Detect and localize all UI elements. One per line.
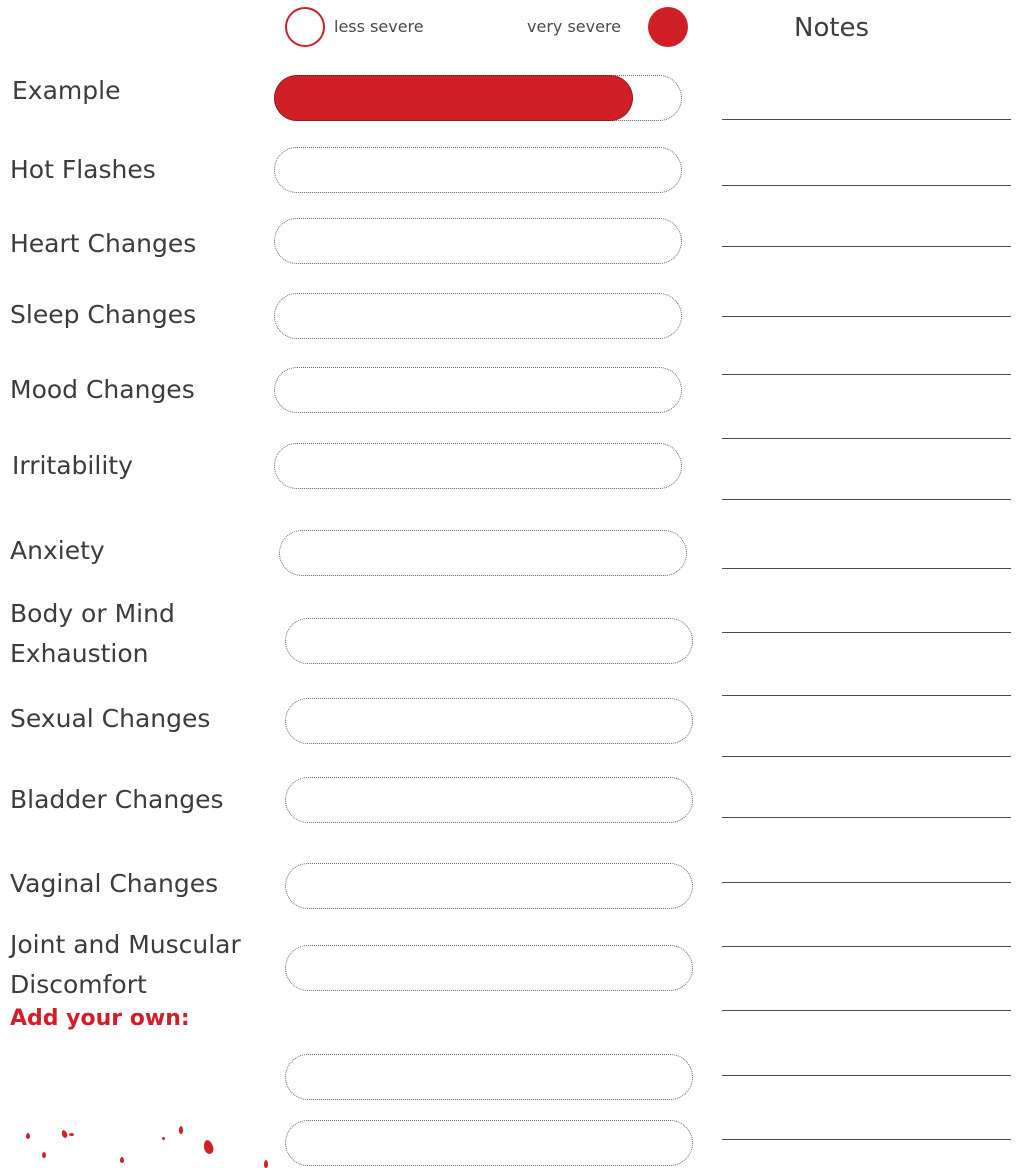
severity-bar-sexual-changes[interactable] xyxy=(285,698,693,744)
symptom-label-irritability: Irritability xyxy=(12,451,133,480)
notes-line[interactable] xyxy=(722,438,1011,439)
severity-bar-body-mind-exhaustion[interactable] xyxy=(285,618,693,664)
notes-line[interactable] xyxy=(722,246,1011,247)
severity-bar-hot-flashes[interactable] xyxy=(274,147,682,193)
notes-line[interactable] xyxy=(722,374,1011,375)
symptom-label-mood-changes: Mood Changes xyxy=(10,375,195,404)
very-severe-label: very severe xyxy=(527,17,622,36)
severity-bar-vaginal-changes[interactable] xyxy=(285,863,693,909)
notes-line[interactable] xyxy=(722,1139,1011,1140)
notes-line[interactable] xyxy=(722,119,1011,120)
notes-line[interactable] xyxy=(722,1075,1011,1076)
notes-line[interactable] xyxy=(722,1010,1011,1011)
notes-line[interactable] xyxy=(722,817,1011,818)
less-severe-circle-icon xyxy=(285,7,325,47)
notes-header: Notes xyxy=(794,13,870,43)
example-label: Example xyxy=(12,76,121,105)
notes-line[interactable] xyxy=(722,946,1011,947)
symptom-label-sleep-changes: Sleep Changes xyxy=(10,300,197,329)
severity-bar-irritability[interactable] xyxy=(274,443,682,489)
notes-line[interactable] xyxy=(722,185,1011,186)
severity-bar-anxiety[interactable] xyxy=(279,530,687,576)
example-severity-bar[interactable] xyxy=(273,74,682,121)
notes-line[interactable] xyxy=(722,695,1011,696)
notes-line[interactable] xyxy=(722,499,1011,500)
notes-line[interactable] xyxy=(722,756,1011,757)
symptom-label-vaginal-changes: Vaginal Changes xyxy=(10,869,219,898)
symptom-label-body-mind-exhaustion: Body or Mind Exhaustion xyxy=(10,599,175,668)
severity-bar-mood-changes[interactable] xyxy=(274,367,682,413)
severity-bar-joint-muscular-discomfort[interactable] xyxy=(285,945,693,991)
notes-line[interactable] xyxy=(722,882,1011,883)
severity-bar-sleep-changes[interactable] xyxy=(274,293,682,339)
notes-line[interactable] xyxy=(722,316,1011,317)
symptom-label-hot-flashes: Hot Flashes xyxy=(10,155,156,184)
symptom-label-joint-muscular-discomfort: Joint and Muscular Discomfort xyxy=(10,930,241,999)
less-severe-label: less severe xyxy=(334,17,424,36)
notes-line[interactable] xyxy=(722,632,1011,633)
example-severity-fill xyxy=(273,74,633,121)
severity-bar-bladder-changes[interactable] xyxy=(285,777,693,823)
severity-bar-heart-changes[interactable] xyxy=(274,218,682,264)
add-your-own-label: Add your own: xyxy=(10,1006,190,1031)
severity-bar-custom-1[interactable] xyxy=(285,1054,693,1100)
symptom-label-anxiety: Anxiety xyxy=(10,536,105,565)
symptom-label-sexual-changes: Sexual Changes xyxy=(10,704,211,733)
very-severe-circle-icon xyxy=(648,7,688,47)
symptom-label-heart-changes: Heart Changes xyxy=(10,229,197,258)
severity-bar-custom-2[interactable] xyxy=(285,1120,693,1166)
notes-line[interactable] xyxy=(722,568,1011,569)
symptom-label-bladder-changes: Bladder Changes xyxy=(10,785,224,814)
